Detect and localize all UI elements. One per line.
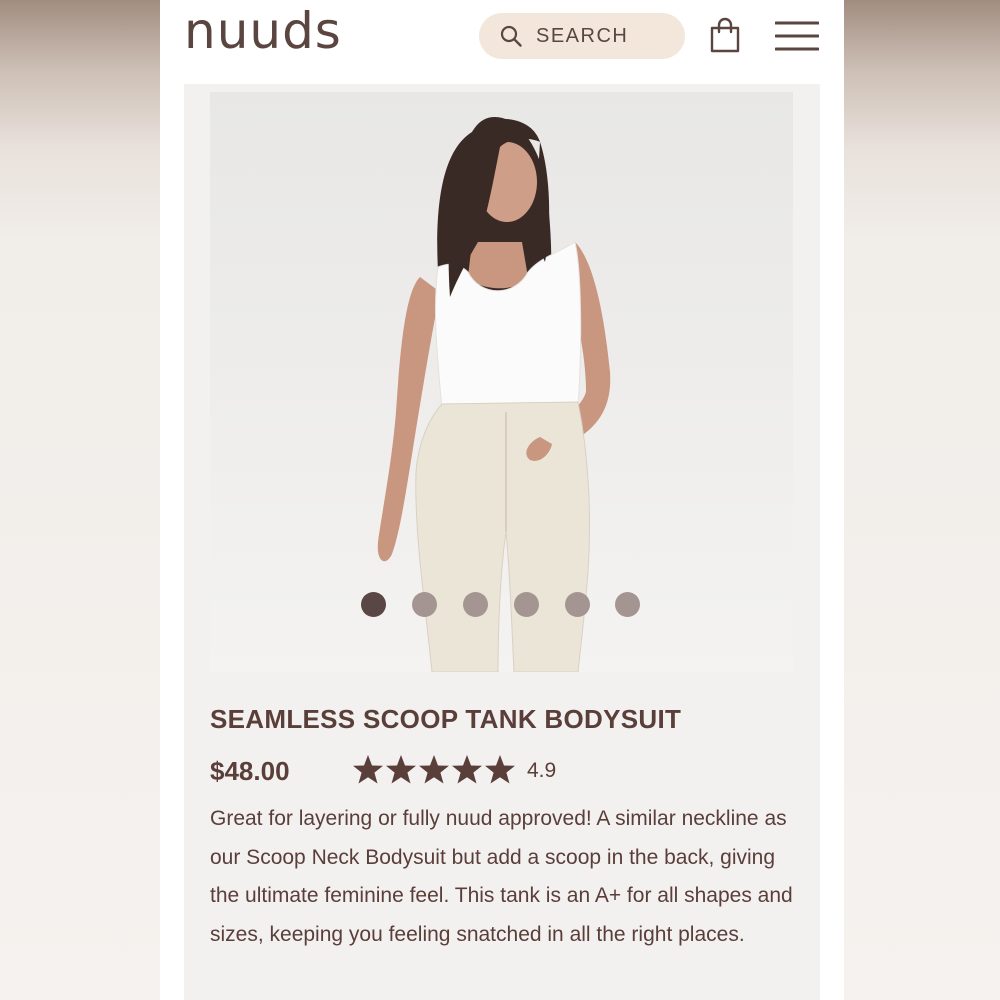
product-card: SEAMLESS SCOOP TANK BODYSUIT $48.00 4.9 … xyxy=(184,84,820,1000)
rating-value: 4.9 xyxy=(527,759,557,782)
search-button[interactable]: SEARCH xyxy=(479,13,685,59)
hamburger-menu-icon[interactable] xyxy=(775,20,819,52)
brand-logo[interactable]: nuuds xyxy=(184,2,342,60)
carousel-dot-2[interactable] xyxy=(412,592,437,617)
star-icon xyxy=(485,755,515,784)
shopping-bag-icon[interactable] xyxy=(709,17,741,53)
star-icon xyxy=(353,755,383,784)
product-description: Great for layering or fully nuud approve… xyxy=(210,807,793,946)
star-icon xyxy=(419,755,449,784)
product-page: nuuds SEARCH SEAMLESS SCOOP TANK BODYSUI… xyxy=(160,0,844,1000)
carousel-dot-1[interactable] xyxy=(361,592,386,617)
product-price: $48.00 xyxy=(210,756,290,786)
product-image[interactable] xyxy=(210,92,793,672)
image-carousel-dots xyxy=(210,592,793,618)
carousel-dot-5[interactable] xyxy=(565,592,590,617)
carousel-dot-4[interactable] xyxy=(514,592,539,617)
product-title: SEAMLESS SCOOP TANK BODYSUIT xyxy=(210,704,682,734)
site-header: nuuds SEARCH xyxy=(160,0,844,80)
search-icon xyxy=(500,25,522,47)
search-label: SEARCH xyxy=(536,25,629,47)
carousel-dot-6[interactable] xyxy=(615,592,640,617)
star-icon xyxy=(386,755,416,784)
star-rating[interactable] xyxy=(352,754,517,786)
star-icon xyxy=(452,755,482,784)
carousel-dot-3[interactable] xyxy=(463,592,488,617)
model-illustration xyxy=(377,117,611,672)
